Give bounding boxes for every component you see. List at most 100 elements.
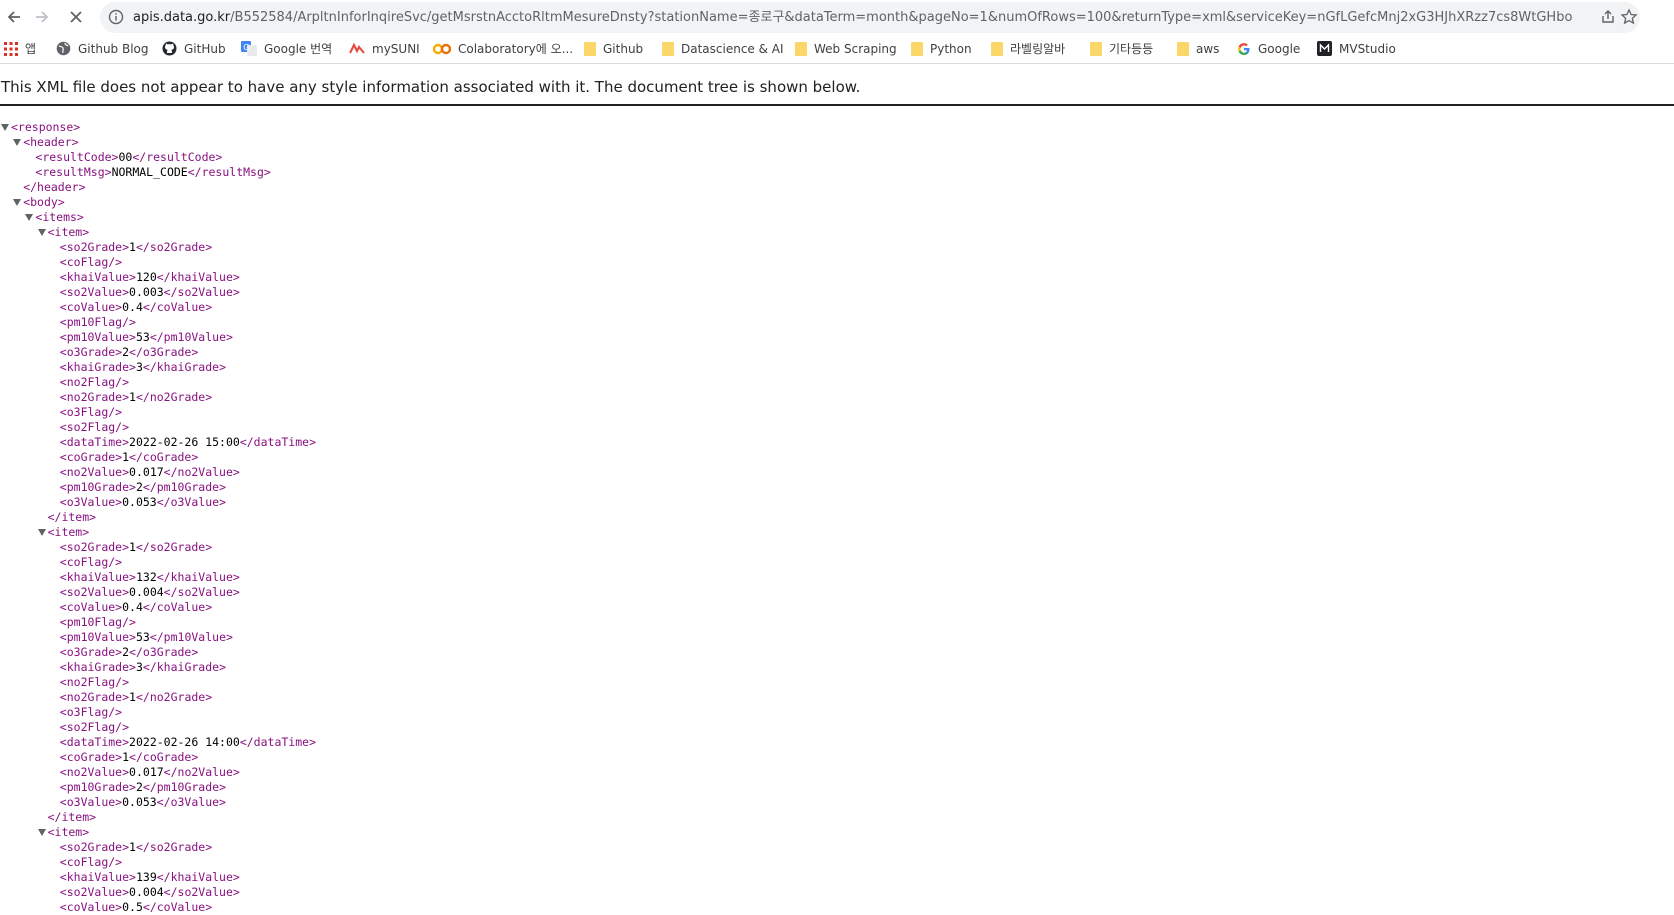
stop-loading-button[interactable] — [64, 5, 88, 29]
xml-open-tag: <no2Value> — [59, 465, 130, 479]
bookmark-label: Python — [930, 41, 972, 56]
xml-open-tag: <so2Value> — [59, 285, 130, 299]
bookmark-label: Github Blog — [78, 41, 149, 56]
collapse-triangle-icon[interactable] — [37, 829, 46, 836]
xml-open-tag: <coGrade> — [59, 450, 123, 464]
xml-tag: <no2Flag/> — [59, 375, 130, 389]
bookmark-google-translate[interactable]: G Google 번역 — [241, 39, 332, 58]
xml-tag: <no2Flag/> — [59, 675, 130, 689]
folder-icon — [991, 41, 1003, 56]
xml-value: 0.053 — [122, 795, 157, 809]
collapse-triangle-icon[interactable] — [25, 214, 34, 221]
xml-open-tag: <no2Value> — [59, 765, 130, 779]
xml-line-so2Grade: <so2Grade>1</so2Grade> — [0, 540, 1674, 555]
collapse-triangle-icon[interactable] — [37, 229, 46, 236]
xml-tag: <items> — [35, 210, 84, 224]
xml-open-tag: <so2Value> — [59, 885, 130, 899]
bookmark-mysuni[interactable]: mySUNI — [349, 39, 420, 58]
xml-tag: <coFlag/> — [59, 855, 123, 869]
xml-line-so2Flag: <so2Flag/> — [0, 420, 1674, 435]
xml-value: 139 — [135, 870, 157, 884]
xml-open-tag: <pm10Value> — [59, 630, 136, 644]
xml-close-tag: </pm10Grade> — [142, 780, 226, 794]
xml-document-tree: <response> <header> <resultCode>00</result… — [0, 120, 1674, 915]
bookmark-apps[interactable]: 앱 — [4, 39, 36, 58]
bookmark-label: Datascience & AI — [681, 41, 784, 56]
xml-tag: <body> — [23, 195, 65, 209]
bookmark-github[interactable]: GitHub — [162, 39, 226, 58]
xml-close-tag: </o3Value> — [156, 795, 226, 809]
xml-tag: <item> — [47, 525, 90, 539]
xml-tag: </header> — [23, 180, 86, 194]
xml-line-no2Flag: <no2Flag/> — [0, 375, 1674, 390]
close-icon — [70, 11, 82, 23]
bookmark-folder-aws[interactable]: aws — [1177, 39, 1219, 58]
mysuni-icon — [349, 42, 365, 55]
collapse-triangle-icon[interactable] — [37, 529, 46, 536]
xml-line-so2Grade: <so2Grade>1</so2Grade> — [0, 240, 1674, 255]
bookmark-folder-web-scraping[interactable]: Web Scraping — [795, 39, 897, 58]
xml-close-tag: </so2Value> — [163, 885, 240, 899]
xml-value: 1 — [129, 390, 136, 404]
xml-line-pm10Flag: <pm10Flag/> — [0, 315, 1674, 330]
folder-icon — [584, 41, 596, 56]
xml-open-tag: <no2Grade> — [59, 690, 130, 704]
xml-line-o3Flag: <o3Flag/> — [0, 705, 1674, 720]
xml-line-khaiValue: <khaiValue>132</khaiValue> — [0, 570, 1674, 585]
svg-text:G: G — [243, 43, 249, 52]
bookmark-folder-labeling[interactable]: 라벨링알바 — [991, 39, 1065, 58]
xml-open-tag: <o3Value> — [59, 795, 123, 809]
bookmark-mvstudio[interactable]: MVStudio — [1317, 39, 1396, 58]
xml-line-body: <body> — [0, 195, 1674, 210]
xml-value: 0.4 — [122, 300, 143, 314]
xml-line-coFlag: <coFlag/> — [0, 855, 1674, 870]
xml-close-tag: </so2Grade> — [135, 840, 213, 854]
bookmark-folder-etc[interactable]: 기타등등 — [1090, 39, 1153, 58]
xml-tag: </item> — [47, 810, 97, 824]
xml-value: NORMAL_CODE — [111, 165, 188, 179]
xml-line-item-close: </item> — [0, 510, 1674, 525]
xml-value: 0.004 — [129, 885, 164, 899]
bookmark-folder-python[interactable]: Python — [911, 39, 972, 58]
xml-line-no2Value: <no2Value>0.017</no2Value> — [0, 765, 1674, 780]
xml-close-tag: </khaiValue> — [156, 570, 240, 584]
bookmark-label: Github — [603, 41, 644, 56]
bookmark-star-icon[interactable] — [1620, 8, 1638, 26]
bookmark-folder-datascience[interactable]: Datascience & AI — [662, 39, 784, 58]
xml-line-o3Flag: <o3Flag/> — [0, 405, 1674, 420]
xml-close-tag: </coValue> — [142, 900, 213, 914]
xml-open-tag: <khaiValue> — [59, 270, 136, 284]
xml-line-so2Flag: <so2Flag/> — [0, 720, 1674, 735]
xml-line-response: <response> — [0, 120, 1674, 135]
bookmark-folder-github[interactable]: Github — [584, 39, 643, 58]
xml-value: 2022-02-26 14:00 — [129, 735, 240, 749]
xml-value: 120 — [135, 270, 157, 284]
xml-open-tag: <so2Grade> — [59, 840, 130, 854]
collapse-triangle-icon[interactable] — [13, 139, 22, 146]
github-icon — [162, 41, 177, 56]
xml-tag: <header> — [23, 135, 79, 149]
xml-close-tag: </no2Grade> — [135, 390, 213, 404]
xml-open-tag: <khaiValue> — [59, 570, 136, 584]
forward-button[interactable] — [30, 5, 54, 29]
back-button[interactable] — [2, 5, 26, 29]
xml-open-tag: <khaiGrade> — [59, 360, 136, 374]
xml-tag: <o3Flag/> — [59, 705, 123, 719]
collapse-triangle-icon[interactable] — [1, 124, 9, 131]
xml-value: 1 — [129, 690, 136, 704]
bookmark-github-blog[interactable]: Github Blog — [56, 39, 149, 58]
xml-close-tag: </khaiGrade> — [142, 660, 226, 674]
address-bar[interactable]: apis.data.go.kr/B552584/ArpltnInforInqir… — [100, 2, 1640, 33]
url-text[interactable]: apis.data.go.kr/B552584/ArpltnInforInqir… — [133, 9, 1573, 26]
bookmark-google[interactable]: Google — [1237, 39, 1300, 58]
bookmark-colab[interactable]: Colaboratory에 오... — [433, 39, 573, 58]
xml-close-tag: </khaiValue> — [156, 870, 240, 884]
xml-value: 0.017 — [129, 765, 164, 779]
share-icon[interactable] — [1600, 9, 1616, 25]
info-icon[interactable] — [108, 9, 124, 25]
xml-line-o3Grade: <o3Grade>2</o3Grade> — [0, 645, 1674, 660]
xml-line-no2Grade: <no2Grade>1</no2Grade> — [0, 390, 1674, 405]
xml-tag: <so2Flag/> — [59, 720, 130, 734]
arrow-left-icon — [7, 11, 20, 23]
collapse-triangle-icon[interactable] — [13, 199, 22, 206]
